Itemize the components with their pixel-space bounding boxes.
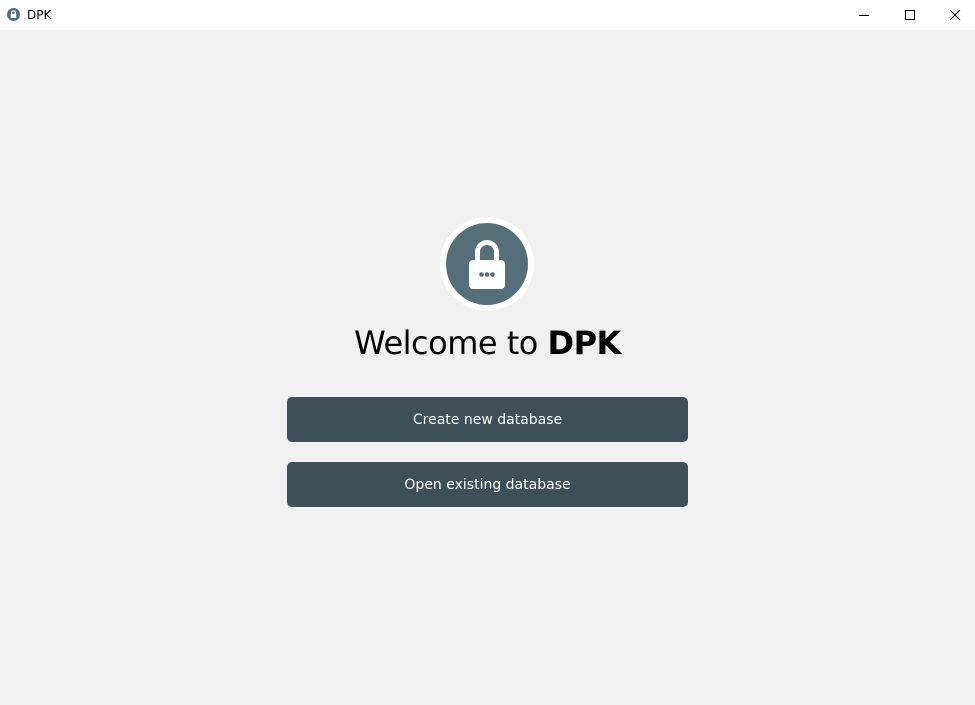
welcome-prefix: Welcome to — [354, 324, 548, 362]
lock-icon — [7, 8, 20, 21]
minimize-button[interactable] — [841, 0, 887, 30]
open-database-label: Open existing database — [404, 476, 571, 493]
close-icon — [949, 9, 961, 21]
maximize-icon — [905, 10, 915, 20]
window-title: DPK — [27, 8, 52, 22]
app-window: DPK Welcome to DPK Create new database O… — [0, 0, 975, 705]
open-database-button[interactable]: Open existing database — [287, 462, 688, 507]
create-database-button[interactable]: Create new database — [287, 397, 688, 442]
minimize-icon — [859, 15, 869, 16]
maximize-button[interactable] — [887, 0, 933, 30]
brand-name: DPK — [547, 324, 622, 362]
welcome-heading: Welcome to DPK — [0, 321, 975, 365]
close-button[interactable] — [932, 0, 975, 30]
title-bar[interactable]: DPK — [0, 0, 975, 30]
padlock-icon — [440, 217, 534, 311]
create-database-label: Create new database — [412, 411, 563, 428]
